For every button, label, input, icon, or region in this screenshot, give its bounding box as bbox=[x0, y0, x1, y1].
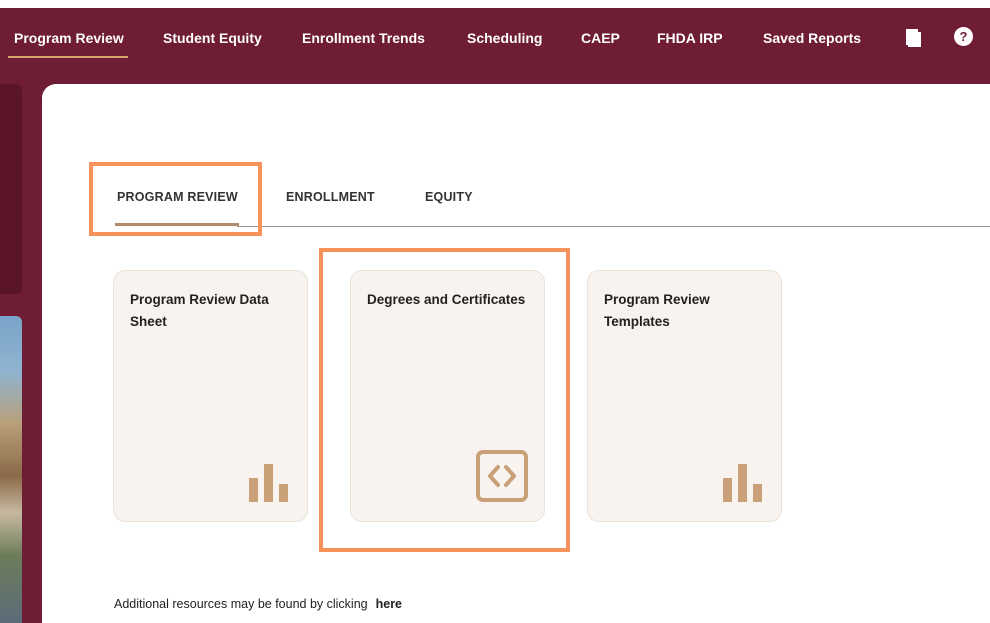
main-content: PROGRAM REVIEW ENROLLMENT EQUITY Program… bbox=[42, 84, 990, 623]
nav-item-fhda-irp[interactable]: FHDA IRP bbox=[657, 30, 723, 46]
help-icon[interactable]: ? bbox=[954, 27, 973, 46]
card-program-review-data-sheet[interactable]: Program Review Data Sheet bbox=[113, 270, 308, 522]
nav-item-enrollment-trends[interactable]: Enrollment Trends bbox=[302, 30, 425, 46]
bar-chart-icon bbox=[723, 464, 765, 507]
footer-here-link[interactable]: here bbox=[376, 597, 402, 611]
card-title: Program Review Data Sheet bbox=[130, 292, 269, 329]
nav-item-student-equity[interactable]: Student Equity bbox=[163, 30, 262, 46]
campus-photo bbox=[0, 316, 22, 623]
nav-active-underline bbox=[8, 56, 128, 58]
nav-item-saved-reports[interactable]: Saved Reports bbox=[763, 30, 861, 46]
footer-text: Additional resources may be found by cli… bbox=[114, 597, 368, 611]
copy-pages-icon[interactable] bbox=[905, 26, 923, 53]
bar-chart-icon bbox=[249, 464, 291, 507]
highlight-box-tab bbox=[89, 162, 262, 236]
side-panel bbox=[0, 84, 22, 294]
nav-item-caep[interactable]: CAEP bbox=[581, 30, 620, 46]
top-strip bbox=[0, 0, 990, 8]
footer-resources: Additional resources may be found by cli… bbox=[114, 597, 402, 611]
top-navigation-bar: Program Review Student Equity Enrollment… bbox=[0, 8, 990, 70]
highlight-box-card bbox=[319, 248, 570, 552]
card-program-review-templates[interactable]: Program Review Templates bbox=[587, 270, 782, 522]
card-title: Program Review Templates bbox=[604, 292, 710, 329]
nav-item-scheduling[interactable]: Scheduling bbox=[467, 30, 542, 46]
tab-equity[interactable]: EQUITY bbox=[425, 190, 473, 204]
nav-item-program-review[interactable]: Program Review bbox=[14, 30, 124, 46]
tab-enrollment[interactable]: ENROLLMENT bbox=[286, 190, 375, 204]
tab-divider bbox=[237, 226, 990, 227]
